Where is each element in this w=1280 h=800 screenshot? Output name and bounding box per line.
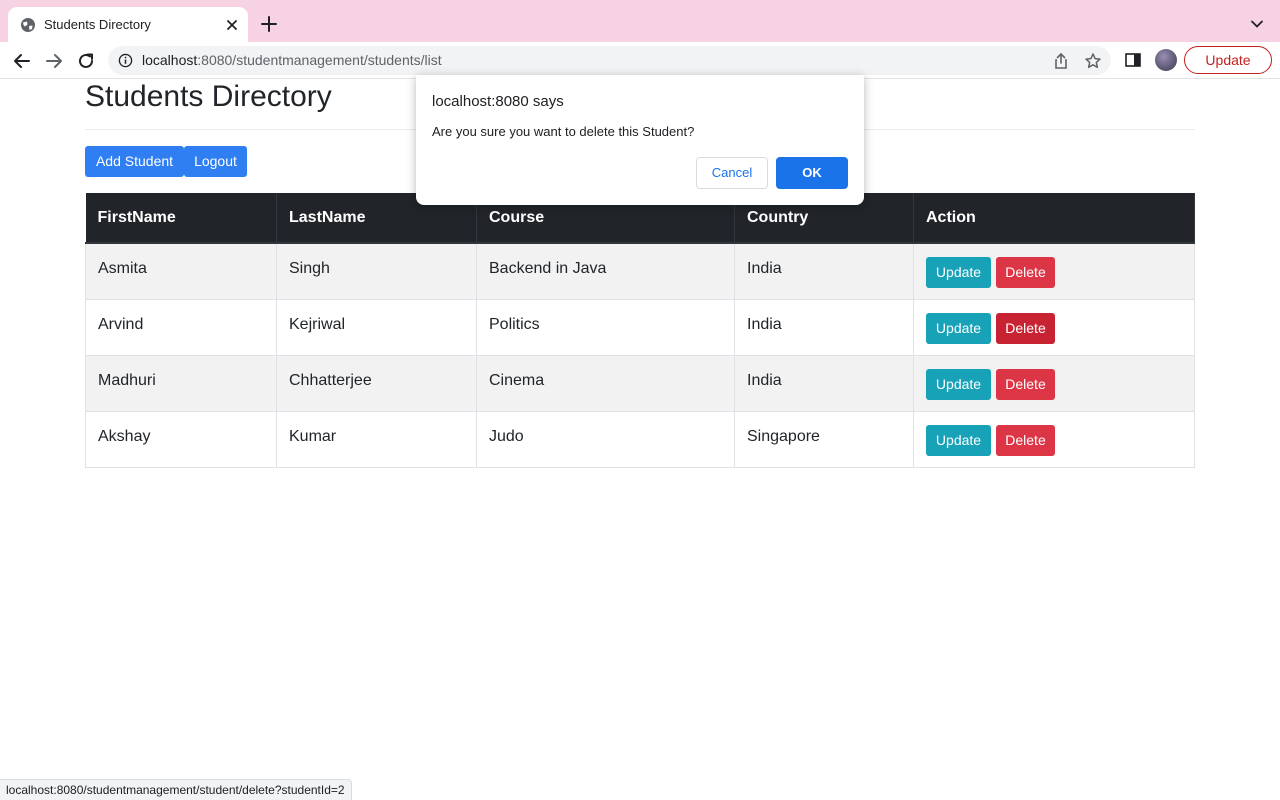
logout-button[interactable]: Logout <box>184 146 247 177</box>
table-row: Madhuri Chhatterjee Cinema India Update D… <box>85 354 1195 412</box>
table-row: Akshay Kumar Judo Singapore Update Delete <box>85 410 1195 468</box>
close-icon[interactable] <box>224 17 240 33</box>
cancel-button[interactable]: Cancel <box>696 157 768 189</box>
address-bar[interactable]: localhost:8080/studentmanagement/student… <box>108 46 1111 75</box>
cell-lastname: Kejriwal <box>276 298 477 356</box>
update-button[interactable]: Update <box>926 368 991 400</box>
cell-course: Backend in Java <box>476 242 735 300</box>
browser-tab[interactable]: Students Directory <box>8 7 248 42</box>
cell-action: Update Delete <box>913 354 1195 412</box>
table-row: Arvind Kejriwal Politics India Update Del… <box>85 298 1195 356</box>
cell-course: Politics <box>476 298 735 356</box>
cell-lastname: Singh <box>276 242 477 300</box>
cell-action: Update Delete <box>913 298 1195 356</box>
cell-firstname: Madhuri <box>85 354 277 412</box>
url-text: localhost:8080/studentmanagement/student… <box>142 52 442 68</box>
dialog-message: Are you sure you want to delete this Stu… <box>432 124 695 139</box>
info-icon[interactable] <box>118 53 133 68</box>
star-icon[interactable] <box>1084 52 1102 70</box>
status-bar-url: localhost:8080/studentmanagement/student… <box>0 779 352 800</box>
cell-lastname: Kumar <box>276 410 477 468</box>
back-arrow-icon[interactable] <box>11 50 33 72</box>
add-student-button[interactable]: Add Student <box>85 146 184 177</box>
delete-button[interactable]: Delete <box>996 368 1055 400</box>
cell-country: Singapore <box>734 410 914 468</box>
tab-strip: Students Directory <box>0 0 1280 42</box>
avatar[interactable] <box>1155 49 1177 71</box>
cell-course: Cinema <box>476 354 735 412</box>
cell-country: India <box>734 354 914 412</box>
url-path: :8080/studentmanagement/students/list <box>197 52 442 68</box>
cell-country: India <box>734 298 914 356</box>
column-header-action: Action <box>913 193 1195 244</box>
ok-button[interactable]: OK <box>776 157 848 189</box>
browser-toolbar: localhost:8080/studentmanagement/student… <box>0 42 1280 79</box>
cell-course: Judo <box>476 410 735 468</box>
side-panel-icon[interactable] <box>1124 51 1142 69</box>
globe-icon <box>21 18 35 32</box>
cell-firstname: Arvind <box>85 298 277 356</box>
tab-title: Students Directory <box>44 17 151 32</box>
reload-icon[interactable] <box>75 50 97 72</box>
cell-firstname: Akshay <box>85 410 277 468</box>
plus-icon[interactable] <box>258 13 280 35</box>
update-button[interactable]: Update <box>926 312 991 344</box>
cell-country: India <box>734 242 914 300</box>
confirm-dialog: localhost:8080 says Are you sure you wan… <box>416 75 864 205</box>
update-button[interactable]: Update <box>926 257 991 288</box>
update-button[interactable]: Update <box>926 424 991 456</box>
table-row: Asmita Singh Backend in Java India Updat… <box>85 242 1195 300</box>
students-table: FirstName LastName Course Country Action… <box>85 193 1195 468</box>
cell-action: Update Delete <box>913 242 1195 300</box>
forward-arrow-icon[interactable] <box>43 50 65 72</box>
url-host: localhost <box>142 52 198 68</box>
dialog-title: localhost:8080 says <box>432 93 564 110</box>
column-header-firstname: FirstName <box>85 193 277 244</box>
cell-action: Update Delete <box>913 410 1195 468</box>
delete-button[interactable]: Delete <box>996 312 1055 344</box>
delete-button[interactable]: Delete <box>996 424 1055 456</box>
share-icon[interactable] <box>1052 52 1070 70</box>
page-title: Students Directory <box>85 80 332 113</box>
browser-update-button[interactable]: Update <box>1184 46 1272 74</box>
chevron-down-icon[interactable] <box>1248 15 1266 33</box>
cell-lastname: Chhatterjee <box>276 354 477 412</box>
cell-firstname: Asmita <box>85 242 277 300</box>
delete-button[interactable]: Delete <box>996 257 1055 288</box>
